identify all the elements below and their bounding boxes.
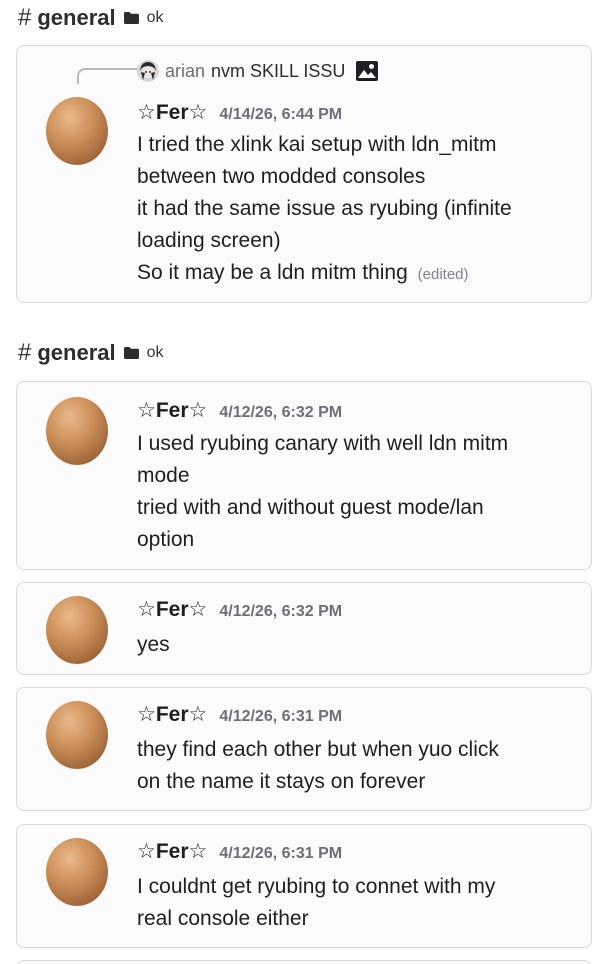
message-line: real console either [137,907,309,930]
hash-icon: # [18,4,32,31]
folder-icon [124,347,139,359]
message-line: loading screen) [137,229,281,252]
message-line: yes [137,633,170,656]
message-card[interactable]: ☆Fer☆ 4/12/26, 6:32 PM I used ryubing ca… [16,381,592,570]
author-name[interactable]: ☆Fer☆ [137,597,207,622]
author-name[interactable]: ☆Fer☆ [137,398,207,423]
message-line: on the name it stays on forever [137,770,426,793]
message-line: tried with and without guest mode/lan [137,496,484,519]
message-line: I couldnt get ryubing to connet with my [137,875,496,898]
reply-text: nvm SKILL ISSU [211,60,346,81]
message-line: they find each other but when yuo click [137,738,499,761]
timestamp: 4/12/26, 6:31 PM [219,708,343,725]
reply-connector [77,68,141,84]
message-card[interactable]: ☆Fer☆ 4/12/26, 6:31 PM I couldnt get ryu… [16,824,592,948]
folder-icon [124,12,139,24]
message-content: they find each other but when yuo click … [137,734,577,798]
timestamp: 4/14/26, 6:44 PM [219,106,343,123]
channel-category: ok [146,344,164,361]
message-header: ☆Fer☆ 4/12/26, 6:32 PM [137,398,342,423]
timestamp: 4/12/26, 6:32 PM [219,404,343,421]
author-name[interactable]: ☆Fer☆ [137,839,207,864]
channel-header[interactable]: # general ok [18,338,164,368]
timestamp: 4/12/26, 6:31 PM [219,845,343,862]
user-avatar[interactable] [45,92,109,166]
message-line: So it may be a ldn mitm thing (edited) [137,257,577,291]
message-header: ☆Fer☆ 4/14/26, 6:44 PM [137,100,342,125]
message-header: ☆Fer☆ 4/12/26, 6:32 PM [137,597,342,622]
user-avatar[interactable] [45,696,109,770]
message-content: yes [137,629,577,661]
channel-category: ok [146,9,164,26]
user-avatar[interactable] [45,591,109,665]
message-content: I used ryubing canary with well ldn mitm… [137,428,577,556]
reply-author[interactable]: arian [165,61,205,82]
channel-header[interactable]: # general ok [18,3,164,33]
reply-preview[interactable]: arian nvm SKILL ISSU [137,60,379,82]
message-card[interactable]: ☆Fer☆ 4/12/26, 6:32 PM yes [16,582,592,675]
author-name[interactable]: ☆Fer☆ [137,100,207,125]
hash-icon: # [18,339,32,366]
message-line: I used ryubing canary with well ldn mitm [137,432,509,455]
message-line: it had the same issue as ryubing (infini… [137,197,512,220]
message-line: between two modded consoles [137,165,426,188]
user-avatar[interactable] [45,392,109,466]
user-avatar[interactable] [45,833,109,907]
message-card[interactable] [16,960,592,964]
message-line-text: So it may be a ldn mitm thing [137,261,408,284]
reply-avatar[interactable] [137,60,159,82]
message-line: mode [137,464,190,487]
message-header: ☆Fer☆ 4/12/26, 6:31 PM [137,702,342,727]
message-header: ☆Fer☆ 4/12/26, 6:31 PM [137,839,342,864]
message-card[interactable]: arian nvm SKILL ISSU ☆Fer☆ 4/14/26, 6:44… [16,45,592,303]
channel-name: general [37,340,116,365]
channel-name: general [37,5,116,30]
message-line: I tried the xlink kai setup with ldn_mit… [137,133,497,156]
message-content: I tried the xlink kai setup with ldn_mit… [137,129,577,291]
message-card[interactable]: ☆Fer☆ 4/12/26, 6:31 PM they find each ot… [16,687,592,811]
message-content: I couldnt get ryubing to connet with my … [137,871,577,935]
message-search-results: # general ok arian nvm SKILL ISSU ☆Fer☆ … [0,0,594,964]
image-icon [356,61,379,81]
edited-label: (edited) [417,266,469,283]
timestamp: 4/12/26, 6:32 PM [219,603,343,620]
author-name[interactable]: ☆Fer☆ [137,702,207,727]
message-line: option [137,528,195,551]
